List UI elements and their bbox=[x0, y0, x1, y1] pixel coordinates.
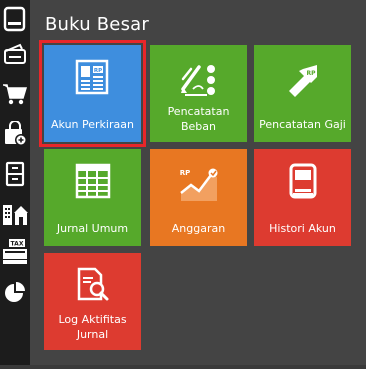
sidebar-item-chart[interactable] bbox=[0, 276, 30, 308]
tile-histori-akun[interactable]: Histori Akun bbox=[254, 149, 351, 246]
tile-label: Jurnal Umum bbox=[56, 222, 129, 235]
svg-text:RP: RP bbox=[179, 169, 190, 177]
sidebar-item-cart[interactable] bbox=[0, 78, 30, 110]
ledger-book-icon bbox=[3, 6, 26, 32]
tile-label: Akun Perkiraan bbox=[51, 118, 134, 131]
tile-label: Log Aktifitas Jurnal bbox=[58, 313, 127, 341]
budget-chart-icon: RP bbox=[179, 168, 217, 201]
tile-label: Anggaran bbox=[171, 222, 226, 235]
sidebar-item-cabinet[interactable] bbox=[0, 158, 30, 190]
shopping-bag-add-icon bbox=[5, 121, 27, 146]
svg-text:RP: RP bbox=[93, 68, 101, 74]
svg-text:RP: RP bbox=[306, 70, 316, 77]
tax-truck-icon: TAX bbox=[3, 239, 27, 264]
tile-label: Histori Akun bbox=[269, 222, 336, 235]
sidebar-item-tax[interactable]: TAX bbox=[0, 236, 30, 268]
file-cabinet-icon bbox=[5, 161, 25, 187]
sidebar-item-wallet[interactable] bbox=[0, 38, 30, 70]
status-bar bbox=[0, 365, 366, 369]
sidebar: TAX bbox=[0, 0, 30, 369]
tile-pencatatan-gaji[interactable]: RP Pencatatan Gaji bbox=[254, 45, 351, 142]
journal-log-search-icon bbox=[77, 267, 108, 301]
sidebar-item-buildings[interactable] bbox=[0, 198, 30, 230]
tile-label: Pencatatan Beban bbox=[167, 105, 230, 133]
expense-record-icon bbox=[180, 65, 215, 96]
tile-label: Pencatatan Gaji bbox=[259, 118, 346, 131]
tile-jurnal-umum[interactable]: Jurnal Umum bbox=[44, 149, 141, 246]
wallet-icon bbox=[4, 43, 26, 64]
sidebar-item-ledger[interactable] bbox=[0, 3, 30, 35]
journal-table-icon bbox=[75, 163, 110, 199]
account-history-icon bbox=[289, 163, 316, 199]
pie-chart-icon bbox=[5, 282, 25, 302]
tile-pencatatan-beban[interactable]: Pencatatan Beban bbox=[150, 45, 247, 142]
sidebar-item-bag[interactable] bbox=[0, 118, 30, 150]
buildings-icon bbox=[3, 205, 28, 225]
tile-akun-perkiraan[interactable]: RP Akun Perkiraan bbox=[39, 40, 146, 147]
tile-log-aktifitas-jurnal[interactable]: Log Aktifitas Jurnal bbox=[44, 253, 141, 350]
page-title: Buku Besar bbox=[45, 14, 149, 35]
tile-anggaran[interactable]: RP Anggaran bbox=[150, 149, 247, 246]
shopping-cart-icon bbox=[3, 84, 28, 105]
svg-text:TAX: TAX bbox=[11, 241, 24, 248]
account-document-icon: RP bbox=[75, 59, 108, 95]
salary-tag-icon: RP bbox=[288, 65, 317, 97]
